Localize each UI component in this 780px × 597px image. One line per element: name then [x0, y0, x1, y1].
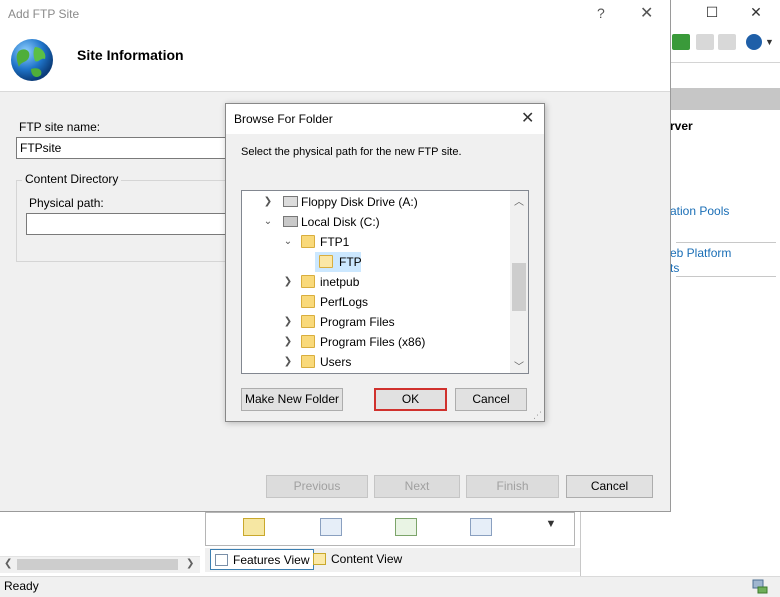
logging-icon[interactable] — [395, 518, 417, 536]
globe-icon — [11, 39, 53, 81]
tree-item-program-files-x86[interactable]: ❯ Program Files (x86) — [242, 332, 510, 352]
tab-label: Content View — [331, 552, 403, 566]
tree-item-program-files[interactable]: ❯ Program Files — [242, 312, 510, 332]
refresh-icon[interactable] — [672, 34, 690, 50]
resize-grip-icon[interactable]: ⋰ — [533, 410, 542, 421]
tab-label: Features View — [233, 553, 310, 567]
previous-button[interactable]: Previous — [266, 475, 368, 498]
ok-button[interactable]: OK — [374, 388, 447, 411]
folder-icon — [301, 275, 315, 288]
chevron-down-icon[interactable]: ⌄ — [282, 232, 294, 252]
close-icon[interactable]: ✕ — [521, 108, 534, 128]
folder-icon — [301, 295, 315, 308]
scroll-down-icon[interactable]: ﹀ — [514, 358, 524, 373]
browse-description: Select the physical path for the new FTP… — [241, 146, 462, 158]
request-filtering-icon[interactable] — [320, 518, 342, 536]
action-link-application-pools[interactable]: ation Pools — [670, 204, 729, 218]
scroll-up-icon[interactable]: ︿ — [514, 193, 524, 208]
help-icon[interactable]: ? — [597, 5, 605, 21]
scroll-right-icon[interactable]: ❯ — [186, 558, 194, 569]
content-directory-label: Content Directory — [22, 172, 122, 186]
actions-pane — [670, 88, 780, 568]
finish-button[interactable]: Finish — [466, 475, 559, 498]
tree-item-label: PerfLogs — [320, 295, 369, 309]
chevron-down-icon[interactable]: ⌄ — [262, 212, 274, 232]
ftp-site-name-label: FTP site name: — [19, 120, 101, 134]
cancel-button[interactable]: Cancel — [566, 475, 653, 498]
tree-item-label: Local Disk (C:) — [301, 215, 380, 229]
chevron-down-icon[interactable]: ▼ — [765, 37, 775, 53]
tab-features-view[interactable]: Features View — [210, 549, 315, 570]
cancel-button[interactable]: Cancel — [455, 388, 527, 411]
tree-item-label: inetpub — [320, 275, 360, 289]
action-link-web-platform-cont[interactable]: ts — [670, 261, 679, 275]
iis-titlebar: ☐ ✕ — [670, 0, 780, 28]
chevron-right-icon[interactable]: ❯ — [282, 352, 294, 372]
tree-item-local-disk[interactable]: ⌄ Local Disk (C:) — [242, 212, 510, 232]
wizard-titlebar — [0, 0, 670, 28]
tree-item-label: Users — [320, 355, 352, 369]
folder-tree[interactable]: ❯ Floppy Disk Drive (A:) ⌄ Local Disk (C… — [241, 190, 529, 374]
actions-pane-header — [670, 88, 780, 110]
chevron-right-icon[interactable]: ❯ — [262, 192, 274, 212]
actions-pane-lower — [580, 510, 780, 576]
hard-drive-icon — [283, 216, 298, 227]
chevron-right-icon[interactable]: ❯ — [282, 332, 294, 352]
actions-server-heading: rver — [670, 119, 693, 133]
ftp-site-name-input[interactable]: FTPsite — [16, 137, 226, 159]
folder-icon — [301, 315, 315, 328]
make-new-folder-button[interactable]: Make New Folder — [241, 388, 343, 411]
help-icon[interactable] — [746, 34, 762, 50]
tree-item-perflogs[interactable]: PerfLogs — [242, 292, 510, 312]
chevron-down-icon[interactable]: ▼ — [541, 514, 561, 534]
tree-item-inetpub[interactable]: ❯ inetpub — [242, 272, 510, 292]
action-link-web-platform[interactable]: eb Platform — [670, 246, 731, 260]
tree-item-label: Program Files — [320, 315, 395, 329]
stop-icon[interactable] — [696, 34, 714, 50]
folder-icon — [301, 235, 315, 248]
status-text: Ready — [4, 579, 39, 593]
close-icon[interactable]: ✕ — [640, 3, 653, 23]
scrollbar-thumb[interactable] — [512, 263, 526, 311]
actions-divider — [676, 242, 776, 243]
tree-item-label: FTP1 — [320, 235, 350, 249]
tree-item-label: FTP — [339, 255, 362, 269]
browse-dialog-title: Browse For Folder — [234, 112, 333, 126]
network-status-icon — [752, 579, 768, 594]
next-button[interactable]: Next — [374, 475, 460, 498]
scroll-left-icon[interactable]: ❮ — [4, 558, 12, 569]
close-icon[interactable]: ✕ — [744, 4, 768, 24]
physical-path-label: Physical path: — [29, 196, 104, 210]
content-view-icon — [313, 553, 326, 565]
page-title: Site Information — [77, 47, 184, 63]
folder-icon — [301, 355, 315, 368]
tab-content-view[interactable]: Content View — [309, 549, 406, 570]
tree-item-ftp1[interactable]: ⌄ FTP1 — [242, 232, 510, 252]
tree-item-label: Program Files (x86) — [320, 335, 426, 349]
modules-icon[interactable] — [470, 518, 492, 536]
folder-open-icon — [319, 255, 333, 268]
tree-item-floppy[interactable]: ❯ Floppy Disk Drive (A:) — [242, 192, 510, 212]
floppy-drive-icon — [283, 196, 298, 207]
folder-icon — [301, 335, 315, 348]
iis-toolbar: ▼ — [670, 28, 780, 58]
scrollbar-thumb[interactable] — [17, 559, 178, 570]
chevron-right-icon[interactable]: ❯ — [282, 272, 294, 292]
toolbar-divider — [670, 62, 780, 63]
wizard-title: Add FTP Site — [8, 7, 80, 21]
tree-item-users[interactable]: ❯ Users — [242, 352, 510, 372]
warning-feature-icon[interactable] — [243, 518, 265, 536]
tree-item-label: Floppy Disk Drive (A:) — [301, 195, 418, 209]
physical-path-input[interactable] — [26, 213, 236, 235]
maximize-icon[interactable]: ☐ — [700, 4, 724, 24]
features-view-icon — [215, 554, 228, 566]
chevron-right-icon[interactable]: ❯ — [282, 312, 294, 332]
home-icon[interactable] — [718, 34, 736, 50]
status-bar — [0, 576, 780, 597]
actions-divider — [676, 276, 776, 277]
tree-item-ftp[interactable]: FTP — [315, 252, 362, 272]
